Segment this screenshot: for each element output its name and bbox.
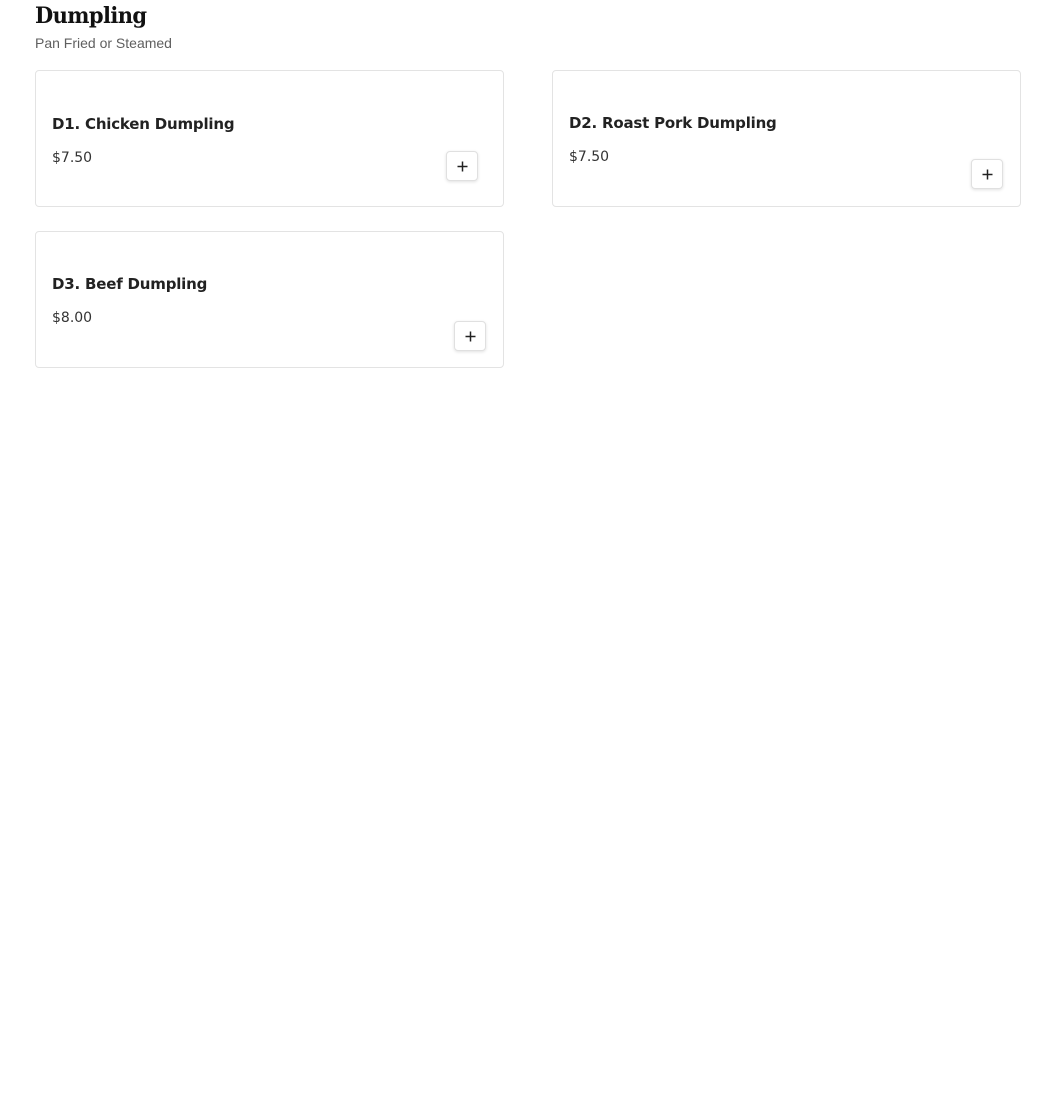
plus-icon <box>457 161 467 171</box>
menu-item-card[interactable]: D2. Roast Pork Dumpling $7.50 <box>552 70 1021 207</box>
menu-item-name: D3. Beef Dumpling <box>52 275 208 293</box>
add-to-cart-button[interactable] <box>454 321 486 351</box>
menu-item-name: D1. Chicken Dumpling <box>52 115 235 133</box>
plus-icon <box>982 169 992 179</box>
add-to-cart-button[interactable] <box>446 151 478 181</box>
section-title: Dumpling <box>35 2 147 29</box>
menu-item-price: $7.50 <box>52 150 93 166</box>
plus-icon <box>465 331 475 341</box>
menu-item-name: D2. Roast Pork Dumpling <box>569 114 777 132</box>
add-to-cart-button[interactable] <box>971 159 1003 189</box>
menu-item-price: $8.00 <box>52 310 93 326</box>
section-subtitle: Pan Fried or Steamed <box>35 35 172 51</box>
menu-item-price: $7.50 <box>569 149 610 165</box>
menu-item-card[interactable]: D3. Beef Dumpling $8.00 <box>35 231 504 368</box>
menu-item-card[interactable]: D1. Chicken Dumpling $7.50 <box>35 70 504 207</box>
